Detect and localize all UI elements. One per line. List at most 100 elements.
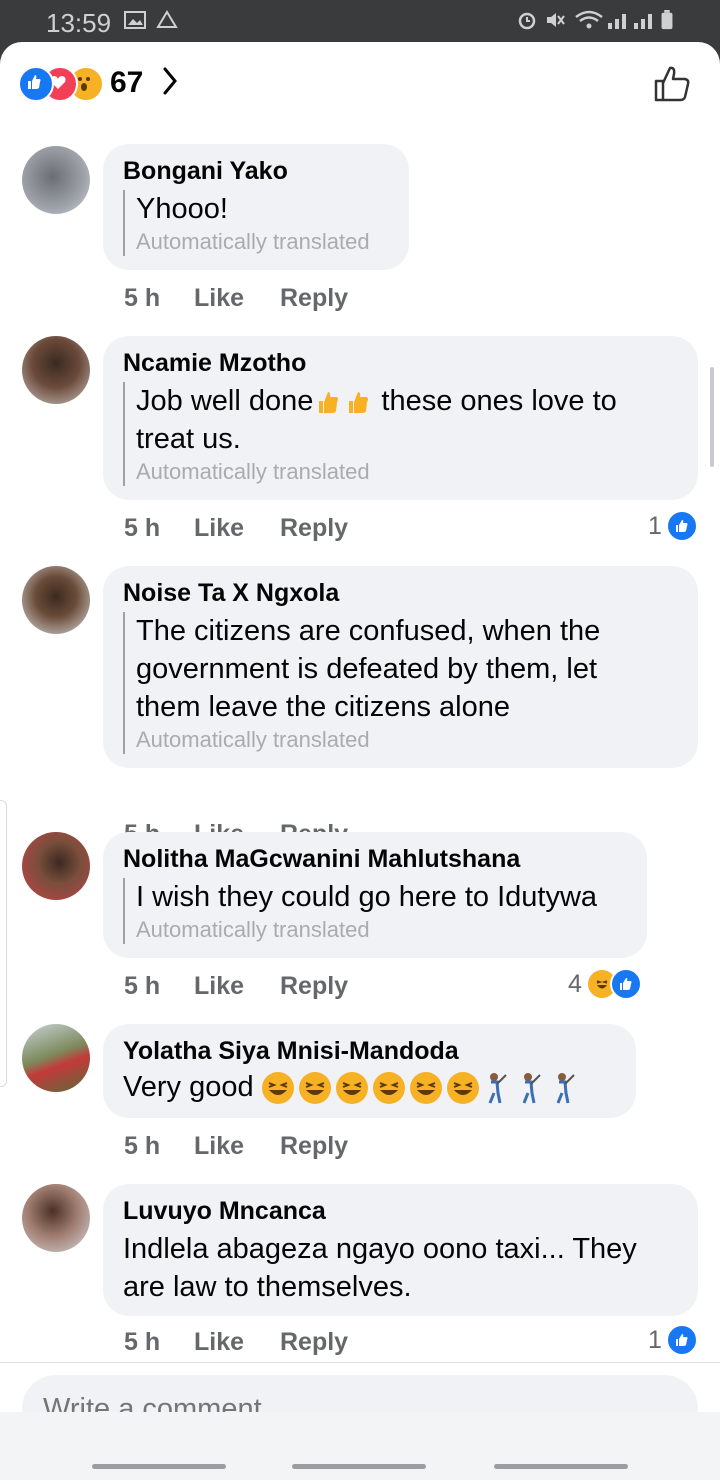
status-time: 13:59 [46,8,112,38]
home-nav-button[interactable] [292,1464,426,1469]
laughing-emoji-icon [409,1072,442,1105]
like-post-icon[interactable] [652,64,692,104]
comment-author[interactable]: Nolitha MaGcwanini Mahlutshana [123,844,627,874]
reply-button[interactable]: Reply [280,1328,348,1357]
comment-time: 5 h [124,1132,161,1160]
back-nav-button[interactable] [494,1464,628,1469]
comment-author[interactable]: Bongani Yako [123,156,389,186]
reply-button[interactable]: Reply [280,284,348,313]
edge-panel-handle[interactable] [0,800,7,1087]
battery-icon [661,10,673,30]
avatar[interactable] [22,566,90,634]
comment-text: Yhooo! [136,193,228,225]
comment-text-line: are law to themselves. [123,1271,412,1303]
comment-actions: 5 h LikeReply [124,972,348,1001]
reactions-header[interactable]: 67 [0,42,720,126]
like-button[interactable]: Like [194,1132,280,1161]
recents-nav-button[interactable] [92,1464,226,1469]
comment-bubble[interactable]: Noise Ta X Ngxola The citizens are confu… [103,566,698,768]
comment-bubble[interactable]: Ncamie Mzotho Job well done these ones l… [103,336,698,500]
comment-time: 5 h [124,514,161,542]
signal-icon [608,14,626,29]
like-reaction-icon [609,968,642,1000]
avatar[interactable] [22,146,90,214]
comment-reactions[interactable]: 1 [648,510,698,542]
chevron-right-icon[interactable] [160,64,180,98]
reaction-count: 1 [648,1325,662,1354]
comment-text-line: Indlela abageza ngayo oono taxi... They [123,1233,637,1265]
comment-time: 5 h [124,1328,161,1356]
like-button[interactable]: Like [194,284,280,313]
laughing-emoji-icon [335,1072,368,1105]
reaction-count: 1 [648,511,662,540]
comment-author[interactable]: Luvuyo Mncanca [123,1196,678,1226]
comments-sheet: 67 Bongani Yako Yhooo! Automatically tra… [0,42,720,1480]
scrollbar[interactable] [710,367,714,467]
comment-text-part: Job well done [136,385,314,417]
avatar[interactable] [22,336,90,404]
avatar[interactable] [22,1184,90,1252]
alarm-icon [518,12,536,30]
comment-author[interactable]: Ncamie Mzotho [123,348,678,378]
comment-reactions[interactable]: 4 [568,968,642,1000]
comment-text: I wish they could go here to Idutywa [136,881,598,913]
comment-text-line: The citizens are confused, when the [136,615,601,647]
reply-button[interactable]: Reply [280,1132,348,1161]
like-reaction-icon [665,510,698,542]
gallery-icon [124,11,146,29]
translation-block: Yhooo! Automatically translated [123,190,389,256]
comment-time: 5 h [124,284,161,312]
like-reaction-icon [665,1324,698,1356]
reply-button[interactable]: Reply [280,514,348,543]
comment-actions: 5 h LikeReply [124,1328,348,1357]
reaction-count[interactable]: 67 [110,66,143,100]
comment-text-line: them leave the citizens alone [136,691,510,723]
wifi-icon [575,10,603,29]
comment-actions: 5 h LikeReply [124,514,348,543]
golfer-emoji-icon [556,1073,575,1104]
status-bar: 13:59 [0,0,720,44]
translation-block: I wish they could go here to Idutywa Aut… [123,878,627,944]
avatar[interactable] [22,832,90,900]
like-button[interactable]: Like [194,1328,280,1357]
comment-text-part: these ones love to [373,385,617,417]
comment-time: 5 h [124,972,161,1000]
golfer-emoji-icon [488,1073,507,1104]
comment-bubble[interactable]: Luvuyo Mncanca Indlela abageza ngayo oon… [103,1184,698,1316]
avatar[interactable] [22,1024,90,1092]
comment-reactions[interactable]: 1 [648,1324,698,1356]
thumbs-up-emoji-icon [349,392,369,414]
system-nav-bar [0,1412,720,1480]
comment-author[interactable]: Yolatha Siya Mnisi-Mandoda [123,1036,616,1066]
laughing-emoji-icon [298,1072,331,1105]
comment-text-part: treat us. [136,423,241,455]
reply-button[interactable]: Reply [280,972,348,1001]
translated-note[interactable]: Automatically translated [136,726,678,754]
comment-bubble[interactable]: Bongani Yako Yhooo! Automatically transl… [103,144,409,270]
comment-actions: 5 h LikeReply [124,1132,348,1161]
comment-author[interactable]: Noise Ta X Ngxola [123,578,678,608]
laughing-emoji-icon [261,1072,294,1105]
like-button[interactable]: Like [194,514,280,543]
laughing-emoji-icon [446,1072,479,1105]
translated-note[interactable]: Automatically translated [136,458,678,486]
reaction-count: 4 [568,969,582,998]
like-reaction-icon [18,66,54,102]
golfer-emoji-icon [522,1073,541,1104]
translated-note[interactable]: Automatically translated [136,916,627,944]
like-button[interactable]: Like [194,972,280,1001]
laughing-emoji-icon [372,1072,405,1105]
comment-bubble[interactable]: Nolitha MaGcwanini Mahlutshana I wish th… [103,832,647,958]
translated-note[interactable]: Automatically translated [136,228,389,256]
translation-block: The citizens are confused, when the gove… [123,612,678,754]
mute-icon [547,13,565,27]
translation-block: Job well done these ones love to treat us… [123,382,678,486]
comment-text: Very good [123,1071,254,1103]
comment-actions: 5 h LikeReply [124,284,348,313]
thumbs-up-emoji-icon [319,392,339,414]
drive-icon [156,10,178,28]
comment-text-line: government is defeated by them, let [136,653,598,685]
comment-bubble[interactable]: Yolatha Siya Mnisi-Mandoda Very good [103,1024,636,1118]
comment-text: Job well done these ones love to treat us… [136,382,678,458]
signal-icon-2 [634,14,652,29]
